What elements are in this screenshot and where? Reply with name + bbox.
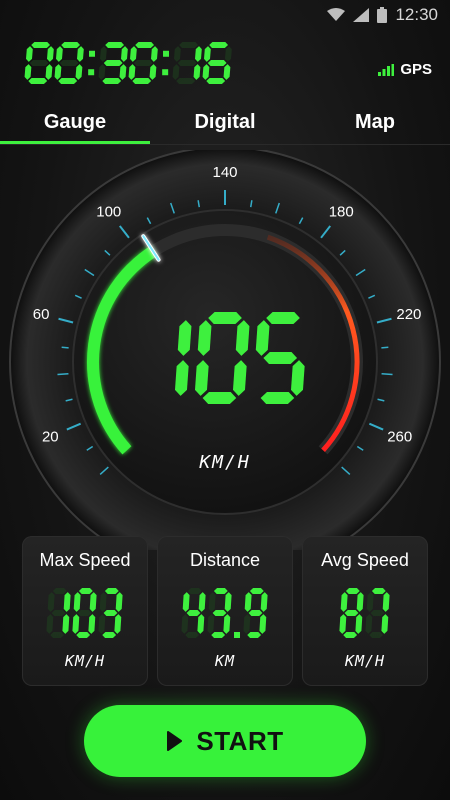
gauge-label-60: 60 <box>33 306 50 323</box>
timer-colon <box>162 50 170 76</box>
avg-speed-unit: KM/H <box>344 652 386 670</box>
start-label: START <box>196 725 284 756</box>
elapsed-timer <box>24 42 232 84</box>
gauge-tick <box>381 372 393 376</box>
distance-card: Distance KM <box>157 536 293 686</box>
gauge-label-180: 180 <box>329 204 354 221</box>
gauge-tick <box>57 372 69 376</box>
stat1-digit-0 <box>181 588 206 638</box>
signal-icon <box>353 8 370 22</box>
stat0-digit-0 <box>46 588 71 638</box>
gauge-label-20: 20 <box>42 429 59 446</box>
gauge-label-140: 140 <box>212 164 237 181</box>
stat0-digit-1 <box>72 588 97 638</box>
gps-indicator: GPS <box>378 61 432 78</box>
speed-unit: KM/H <box>198 452 250 473</box>
timer-digit-1 <box>54 42 84 84</box>
gps-signal-icon <box>378 63 395 76</box>
timer-colon <box>88 50 96 76</box>
battery-icon <box>377 7 388 23</box>
gauge-label-220: 220 <box>396 306 421 323</box>
timer-digit-3 <box>128 42 158 84</box>
distance-value <box>181 588 268 638</box>
max-speed-label: Max Speed <box>39 550 131 570</box>
timer-digit-2 <box>98 42 128 84</box>
speedometer-gauge: 20 60 100 140 180 220 260 KM/H <box>9 150 441 550</box>
mode-tabs: Gauge Digital Map <box>0 102 450 145</box>
tab-map[interactable]: Map <box>300 102 450 142</box>
gauge-label-100: 100 <box>96 204 121 221</box>
stat1-decimal-point <box>234 632 240 638</box>
start-button[interactable]: START <box>84 705 366 777</box>
status-time: 12:30 <box>395 5 438 24</box>
wifi-icon <box>327 8 346 21</box>
stat1-digit-2 <box>243 588 268 638</box>
play-icon <box>167 731 183 751</box>
timer-digit-0 <box>24 42 54 84</box>
status-icons: 12:30 <box>327 5 438 25</box>
stat0-digit-2 <box>98 588 123 638</box>
max-speed-card: Max Speed KM/H <box>22 536 148 686</box>
timer-digit-5 <box>202 42 232 84</box>
max-speed-unit: KM/H <box>64 652 106 670</box>
distance-unit: KM <box>214 652 236 670</box>
stat1-digit-1 <box>207 588 232 638</box>
tab-divider <box>0 144 450 145</box>
stat2-digit-0 <box>339 588 364 638</box>
avg-speed-value <box>339 588 390 638</box>
gauge-label-260: 260 <box>387 429 412 446</box>
gauge-tick <box>61 346 69 349</box>
gps-label: GPS <box>400 61 432 78</box>
avg-speed-label: Avg Speed <box>321 550 409 570</box>
tab-gauge[interactable]: Gauge <box>0 102 150 142</box>
max-speed-value <box>46 588 123 638</box>
distance-label: Distance <box>189 550 261 570</box>
stat2-digit-1 <box>365 588 390 638</box>
avg-speed-card: Avg Speed KM/H <box>302 536 428 686</box>
timer-digit-4 <box>172 42 202 84</box>
gauge-tick <box>381 346 389 349</box>
status-bar: 12:30 <box>0 0 450 30</box>
tab-digital[interactable]: Digital <box>150 102 300 142</box>
